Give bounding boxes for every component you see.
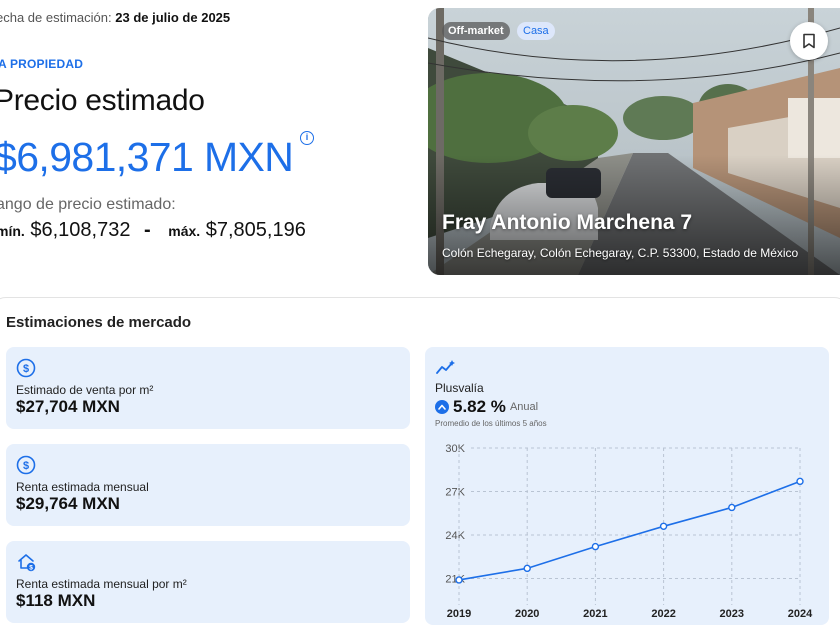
market-estimates-title: Estimaciones de mercado — [6, 314, 192, 331]
data-point — [728, 503, 736, 512]
plusvalia-rate-unit: Anual — [509, 401, 539, 413]
plusvalia-card: Plusvalía 5.82 % Anual Promedio de los ú… — [425, 347, 829, 625]
section-eyebrow: A PROPIEDAD — [0, 57, 84, 71]
svg-text:$: $ — [23, 363, 29, 375]
plusvalia-note: Promedio de los últimos 5 años — [435, 419, 547, 428]
max-price-value: $7,805,196 — [205, 219, 306, 241]
price-range-separator: - — [144, 219, 151, 241]
x-tick-label: 2024 — [788, 608, 813, 620]
x-tick-label: 2019 — [447, 608, 471, 620]
svg-text:$: $ — [29, 565, 33, 572]
bookmark-icon — [803, 33, 815, 49]
y-tick-label: 27K — [445, 487, 465, 499]
monthly-rent-per-m2-label: Renta estimada mensual por m² — [16, 577, 187, 591]
plusvalia-rate: 5.82 % Anual — [435, 397, 538, 417]
off-market-badge: Off-market — [442, 22, 510, 40]
plusvalia-rate-value: 5.82 % — [453, 397, 506, 416]
price-range: mín. $6,108,732 - máx. $7,805,196 — [0, 219, 306, 242]
monthly-rent-value: $29,764 MXN — [16, 494, 120, 513]
trend-sparkle-icon — [436, 360, 455, 374]
monthly-rent-per-m2-card: $ Renta estimada mensual por m² $118 MXN — [6, 541, 410, 623]
x-tick-label: 2021 — [583, 608, 607, 620]
sale-price-per-m2-card: $ Estimado de venta por m² $27,704 MXN — [6, 347, 410, 429]
price-range-label: ango de precio estimado: — [0, 196, 176, 213]
min-price-value: $6,108,732 — [30, 219, 131, 241]
property-title: Fray Antonio Marchena 7 — [442, 211, 693, 234]
bookmark-button[interactable] — [790, 22, 828, 60]
plusvalia-label: Plusvalía — [435, 381, 484, 395]
info-icon[interactable]: i — [300, 131, 314, 145]
estimation-date-label: echa de estimación: — [0, 10, 112, 25]
plusvalia-line-chart: 30K27K24K21K2019 2020 2021 2022 2023 2024 — [445, 443, 813, 620]
estimation-date-value: 23 de julio de 2025 — [115, 10, 231, 25]
x-tick-label: 2022 — [651, 608, 675, 620]
min-price-label: mín. — [0, 223, 25, 239]
data-point — [591, 542, 600, 551]
x-tick-label: 2020 — [515, 608, 539, 620]
dollar-circle-icon: $ — [16, 455, 36, 475]
estimated-price: $6,981,371 MXN — [0, 134, 294, 180]
data-point — [659, 522, 668, 531]
monthly-rent-per-m2-value: $118 MXN — [16, 591, 96, 610]
page-title: Precio estimado — [0, 84, 205, 117]
max-price-label: máx. — [168, 223, 201, 239]
property-address: Colón Echegaray, Colón Echegaray, C.P. 5… — [442, 246, 799, 260]
y-tick-label: 30K — [445, 443, 465, 455]
svg-text:$: $ — [23, 460, 29, 472]
data-point — [523, 564, 531, 573]
sale-price-per-m2-label: Estimado de venta por m² — [16, 383, 154, 397]
property-type-badge: Casa — [517, 22, 555, 40]
arrow-up-icon — [435, 400, 449, 414]
monthly-rent-label: Renta estimada mensual — [16, 480, 149, 494]
property-photo-card[interactable]: Off-market Casa Fray Antonio Marchena 7 … — [428, 8, 840, 275]
y-tick-label: 24K — [445, 530, 465, 542]
house-dollar-icon: $ — [18, 554, 36, 572]
x-tick-label: 2023 — [720, 608, 744, 620]
estimation-date: echa de estimación: 23 de julio de 2025 — [0, 10, 230, 25]
series-line — [458, 480, 801, 581]
monthly-rent-card: $ Renta estimada mensual $29,764 MXN — [6, 444, 410, 526]
data-point — [455, 576, 463, 584]
sale-price-per-m2-value: $27,704 MXN — [16, 397, 120, 416]
dollar-circle-icon: $ — [16, 358, 36, 378]
data-point — [796, 477, 804, 486]
